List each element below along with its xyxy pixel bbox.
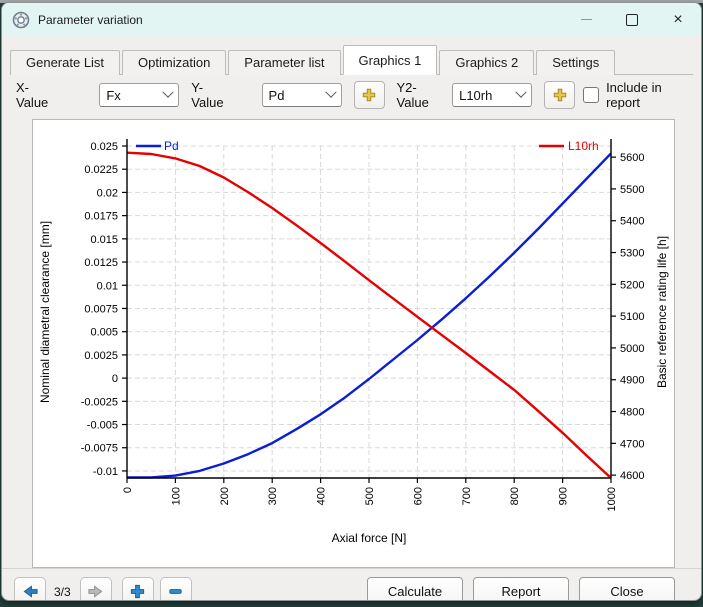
svg-text:0.0125: 0.0125: [84, 257, 118, 269]
maximize-icon: [626, 13, 638, 26]
add-y2-curve-button[interactable]: [544, 81, 576, 109]
svg-text:0.025: 0.025: [90, 141, 118, 153]
tab-generate-list[interactable]: Generate List: [10, 50, 121, 75]
tab-graphics-2[interactable]: Graphics 2: [439, 50, 535, 75]
svg-text:0.0175: 0.0175: [84, 211, 118, 223]
chevron-down-icon: [324, 86, 337, 98]
add-chart-button[interactable]: [121, 577, 154, 600]
minimize-button[interactable]: [563, 3, 609, 36]
report-button[interactable]: Report: [473, 577, 569, 600]
window-controls: ×: [563, 3, 701, 36]
tab-optimization[interactable]: Optimization: [122, 50, 227, 75]
svg-text:4600: 4600: [620, 470, 644, 482]
close-icon: ×: [673, 10, 683, 28]
svg-text:200: 200: [219, 487, 231, 505]
svg-text:300: 300: [267, 487, 279, 505]
svg-text:5600: 5600: [620, 152, 644, 164]
minimize-icon: [580, 19, 592, 20]
svg-text:5500: 5500: [620, 184, 644, 196]
svg-text:Pd: Pd: [164, 139, 179, 153]
svg-text:900: 900: [558, 487, 570, 505]
include-in-report-checkbox[interactable]: [583, 87, 600, 103]
maximize-button[interactable]: [609, 3, 655, 36]
chevron-down-icon: [515, 86, 527, 98]
tab-settings[interactable]: Settings: [536, 50, 616, 75]
svg-text:800: 800: [509, 487, 521, 505]
tab-parameter-list[interactable]: Parameter list: [228, 50, 341, 75]
window-title: Parameter variation: [38, 12, 143, 27]
svg-text:0.02: 0.02: [97, 187, 118, 199]
screen: Parameter variation × Generate List Opti…: [0, 0, 703, 607]
tab-graphics-1[interactable]: Graphics 1: [342, 45, 438, 75]
svg-text:400: 400: [316, 487, 328, 505]
svg-text:Basic reference rating life [h: Basic reference rating life [h]: [655, 236, 669, 388]
svg-text:4900: 4900: [620, 375, 644, 387]
arrow-left-icon: [23, 585, 38, 598]
plus-icon: [553, 88, 566, 102]
svg-text:0.0025: 0.0025: [84, 350, 118, 362]
y2-value-label: Y2-Value: [396, 80, 429, 110]
svg-text:0: 0: [122, 487, 134, 493]
svg-text:5400: 5400: [620, 216, 644, 228]
svg-text:0: 0: [112, 373, 118, 385]
x-value-select[interactable]: Fx: [99, 83, 180, 107]
chevron-down-icon: [162, 86, 174, 98]
svg-text:0.0225: 0.0225: [84, 164, 118, 176]
svg-text:500: 500: [364, 487, 376, 505]
dual-axis-line-chart: 0.025 0.0225 0.02 0.0175 0.015 0.0125 0.01 0.00…: [38, 139, 669, 545]
svg-text:0.015: 0.015: [90, 234, 118, 246]
svg-text:600: 600: [412, 487, 424, 505]
svg-text:L10rh: L10rh: [568, 139, 599, 153]
plus-icon: [362, 88, 376, 102]
svg-text:0.005: 0.005: [90, 327, 118, 339]
svg-text:5100: 5100: [620, 311, 644, 323]
previous-chart-button[interactable]: [14, 577, 46, 600]
close-button[interactable]: ×: [655, 3, 701, 36]
y-value-selected: Pd: [268, 87, 285, 103]
svg-text:100: 100: [170, 487, 182, 505]
svg-text:Axial force [N]: Axial force [N]: [332, 531, 407, 545]
parameter-variation-dialog: Parameter variation × Generate List Opti…: [1, 2, 702, 601]
title-bar: Parameter variation ×: [2, 3, 701, 36]
y2-value-select[interactable]: L10rh: [452, 83, 533, 107]
include-in-report-label: Include in report: [606, 80, 662, 110]
y-value-label: Y-Value: [191, 80, 224, 110]
footer-bar: 3/3 Calculate Report Close: [2, 568, 701, 600]
svg-text:5200: 5200: [620, 279, 644, 291]
y2-value-selected: L10rh: [459, 87, 493, 103]
svg-text:4700: 4700: [620, 438, 644, 450]
svg-text:5000: 5000: [620, 343, 644, 355]
chart-panel: 0.025 0.0225 0.02 0.0175 0.015 0.0125 0.01 0.00…: [32, 119, 675, 568]
svg-text:-0.0025: -0.0025: [81, 396, 118, 408]
x-value-selected: Fx: [106, 87, 121, 103]
svg-text:5300: 5300: [620, 248, 644, 260]
svg-text:-0.005: -0.005: [87, 420, 118, 432]
arrow-right-icon: [88, 585, 103, 598]
y-value-select[interactable]: Pd: [261, 83, 342, 107]
chart-toolbar: X-Value Fx Y-Value Pd Y2-Value L10rh Inc…: [2, 75, 701, 115]
page-indicator: 3/3: [54, 584, 71, 599]
close-dialog-button[interactable]: Close: [579, 577, 675, 600]
bearing-icon: [12, 11, 30, 28]
svg-text:700: 700: [461, 487, 473, 505]
add-y-curve-button[interactable]: [353, 81, 385, 109]
calculate-button[interactable]: Calculate: [367, 577, 463, 600]
svg-text:1000: 1000: [606, 487, 618, 511]
svg-text:4800: 4800: [620, 407, 644, 419]
x-value-label: X-Value: [16, 80, 49, 110]
minus-icon: [169, 589, 182, 594]
plus-icon: [131, 584, 145, 599]
tab-bar: Generate List Optimization Parameter lis…: [10, 45, 693, 75]
next-chart-button[interactable]: [79, 577, 112, 600]
svg-text:0.0075: 0.0075: [84, 303, 118, 315]
svg-text:0.01: 0.01: [97, 280, 118, 292]
svg-text:-0.0075: -0.0075: [81, 443, 118, 455]
remove-chart-button[interactable]: [159, 577, 192, 600]
svg-text:Nominal diametral clearance [m: Nominal diametral clearance [mm]: [38, 221, 52, 403]
svg-text:-0.01: -0.01: [93, 466, 118, 478]
